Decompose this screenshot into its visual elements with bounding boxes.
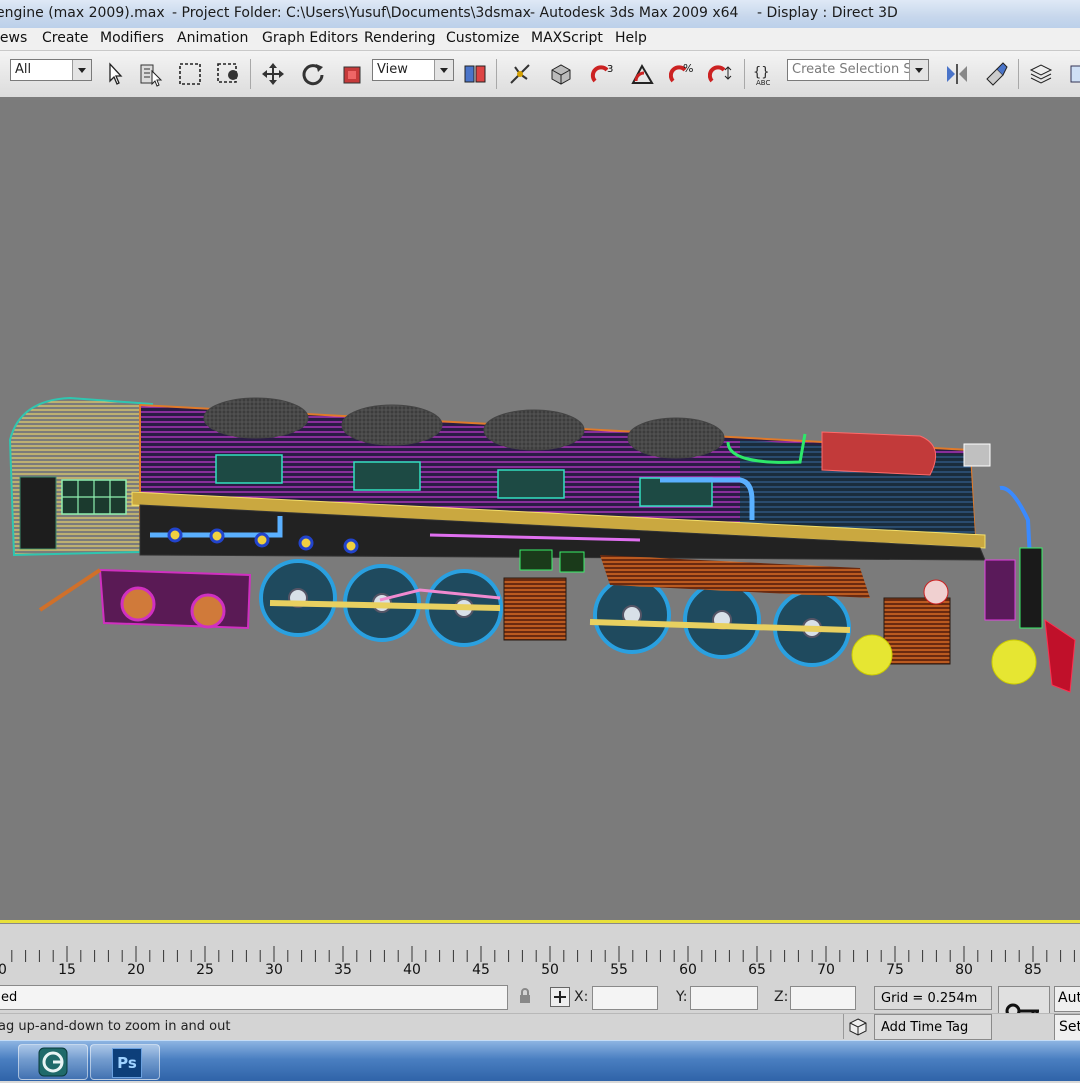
chevron-down-icon xyxy=(72,60,91,80)
timeline-ticks xyxy=(11,946,1075,962)
timeline-tick-label: 15 xyxy=(58,962,76,978)
timeline-tick-label: 85 xyxy=(1024,962,1042,978)
rect-selection-region-icon[interactable] xyxy=(177,61,203,87)
scale-icon[interactable] xyxy=(340,61,366,87)
menu-customize[interactable]: Customize xyxy=(446,30,520,46)
percent-snap-icon[interactable]: % xyxy=(668,61,695,87)
select-object-icon[interactable] xyxy=(102,61,128,87)
title-app: - Autodesk 3ds Max 2009 x64 xyxy=(530,5,739,21)
svg-text:{}: {} xyxy=(753,65,770,80)
auto-key-button[interactable]: Auto xyxy=(1054,986,1080,1012)
select-by-name-icon[interactable] xyxy=(138,61,164,87)
move-icon[interactable] xyxy=(260,61,286,87)
svg-text:%: % xyxy=(683,62,693,75)
timeline-tick-label: 45 xyxy=(472,962,490,978)
menu-rendering[interactable]: Rendering xyxy=(364,30,436,46)
menu-modifiers[interactable]: Modifiers xyxy=(100,30,164,46)
mirror-icon[interactable] xyxy=(944,61,970,87)
timeline-tick-label: 65 xyxy=(748,962,766,978)
add-time-tag-field[interactable]: Add Time Tag xyxy=(874,1014,992,1040)
selection-status-text: ed xyxy=(1,990,18,1005)
pivot-center-icon[interactable] xyxy=(462,61,488,87)
select-and-manipulate-icon[interactable] xyxy=(507,61,533,87)
timeline-ruler[interactable]: 10 15 20 25 30 35 40 45 50 55 60 65 70 75 80 85 xyxy=(0,923,1080,984)
timeline-tick-label: 55 xyxy=(610,962,628,978)
timeline-tick-label: 50 xyxy=(541,962,559,978)
spinner-snap-icon[interactable] xyxy=(707,61,734,87)
reference-coordinate-dropdown[interactable]: View xyxy=(372,59,454,81)
align-icon[interactable] xyxy=(983,61,1009,87)
title-project: - Project Folder: C:\Users\Yusuf\Documen… xyxy=(172,5,531,21)
named-selection-set-dropdown[interactable]: Create Selection Set xyxy=(787,59,929,81)
chevron-down-icon xyxy=(909,60,928,80)
chevron-down-icon xyxy=(434,60,453,80)
title-display: - Display : Direct 3D xyxy=(757,5,898,21)
timeline-tick-label: 35 xyxy=(334,962,352,978)
snaps-toggle-icon[interactable]: 3 xyxy=(590,61,616,87)
menu-bar: iews Create Modifiers Animation Graph Ed… xyxy=(0,28,1080,51)
timeline-tick-label: 60 xyxy=(679,962,697,978)
menu-views[interactable]: iews xyxy=(0,30,27,46)
graphite-modeling-icon[interactable] xyxy=(1068,61,1080,87)
edit-named-selection-icon[interactable]: {} ABC xyxy=(752,61,778,87)
title-file: engine (max 2009).max xyxy=(0,5,165,21)
timeline-tick-label: 25 xyxy=(196,962,214,978)
selection-status-field: ed xyxy=(0,985,508,1010)
selection-filter-value: All xyxy=(15,62,32,77)
timeline-tick-label: 75 xyxy=(886,962,904,978)
z-label: Z: xyxy=(774,989,789,1005)
layer-manager-icon[interactable] xyxy=(1028,61,1054,87)
named-selection-placeholder: Create Selection Set xyxy=(792,62,925,77)
angle-snap-icon[interactable] xyxy=(630,61,656,87)
main-toolbar: All View 3 % {} ABC Create Selection Set xyxy=(0,51,1080,98)
time-tag-icon[interactable] xyxy=(848,1017,868,1037)
window-crossing-icon[interactable] xyxy=(216,61,242,87)
menu-animation[interactable]: Animation xyxy=(177,30,248,46)
windows-taskbar: Ps xyxy=(0,1040,1080,1081)
3dsmax-app-icon xyxy=(38,1047,68,1077)
selection-lock-icon[interactable] xyxy=(518,988,532,1004)
x-label: X: xyxy=(574,989,589,1005)
prompt-text: ag up-and-down to zoom in and out xyxy=(0,1019,231,1034)
svg-text:3: 3 xyxy=(607,64,613,75)
menu-graph-editors[interactable]: Graph Editors xyxy=(262,30,358,46)
menu-maxscript[interactable]: MAXScript xyxy=(531,30,603,46)
timeline-tick-label: 70 xyxy=(817,962,835,978)
timeline-tick-label: 10 xyxy=(0,962,7,978)
taskbar-3dsmax-button[interactable] xyxy=(18,1044,88,1080)
y-coordinate-input[interactable] xyxy=(690,986,758,1010)
timeline-tick-label: 30 xyxy=(265,962,283,978)
z-coordinate-input[interactable] xyxy=(790,986,856,1010)
menu-help[interactable]: Help xyxy=(615,30,647,46)
keyboard-shortcut-override-icon[interactable] xyxy=(548,61,574,87)
locomotive-wireframe-model[interactable] xyxy=(0,97,1080,920)
svg-text:ABC: ABC xyxy=(756,79,770,87)
rotate-icon[interactable] xyxy=(300,61,326,87)
window-title-bar[interactable]: engine (max 2009).max - Project Folder: … xyxy=(0,0,1080,29)
reference-coordinate-value: View xyxy=(377,62,408,77)
timeline-tick-label: 20 xyxy=(127,962,145,978)
set-key-button[interactable]: Set xyxy=(1054,1014,1080,1042)
grid-size-display: Grid = 0.254m xyxy=(874,986,992,1010)
photoshop-app-icon: Ps xyxy=(112,1048,142,1078)
absolute-mode-transform-icon[interactable] xyxy=(550,987,570,1007)
timeline-tick-label: 40 xyxy=(403,962,421,978)
prompt-bar: ag up-and-down to zoom in and out Add Ti… xyxy=(0,1013,1080,1042)
selection-filter-dropdown[interactable]: All xyxy=(10,59,92,81)
timeline-tick-label: 80 xyxy=(955,962,973,978)
menu-create[interactable]: Create xyxy=(42,30,89,46)
y-label: Y: xyxy=(676,989,688,1005)
perspective-viewport[interactable] xyxy=(0,97,1080,923)
x-coordinate-input[interactable] xyxy=(592,986,658,1010)
status-bar: ed X: Y: Z: Grid = 0.254m Auto xyxy=(0,983,1080,1038)
taskbar-photoshop-button[interactable]: Ps xyxy=(90,1044,160,1080)
